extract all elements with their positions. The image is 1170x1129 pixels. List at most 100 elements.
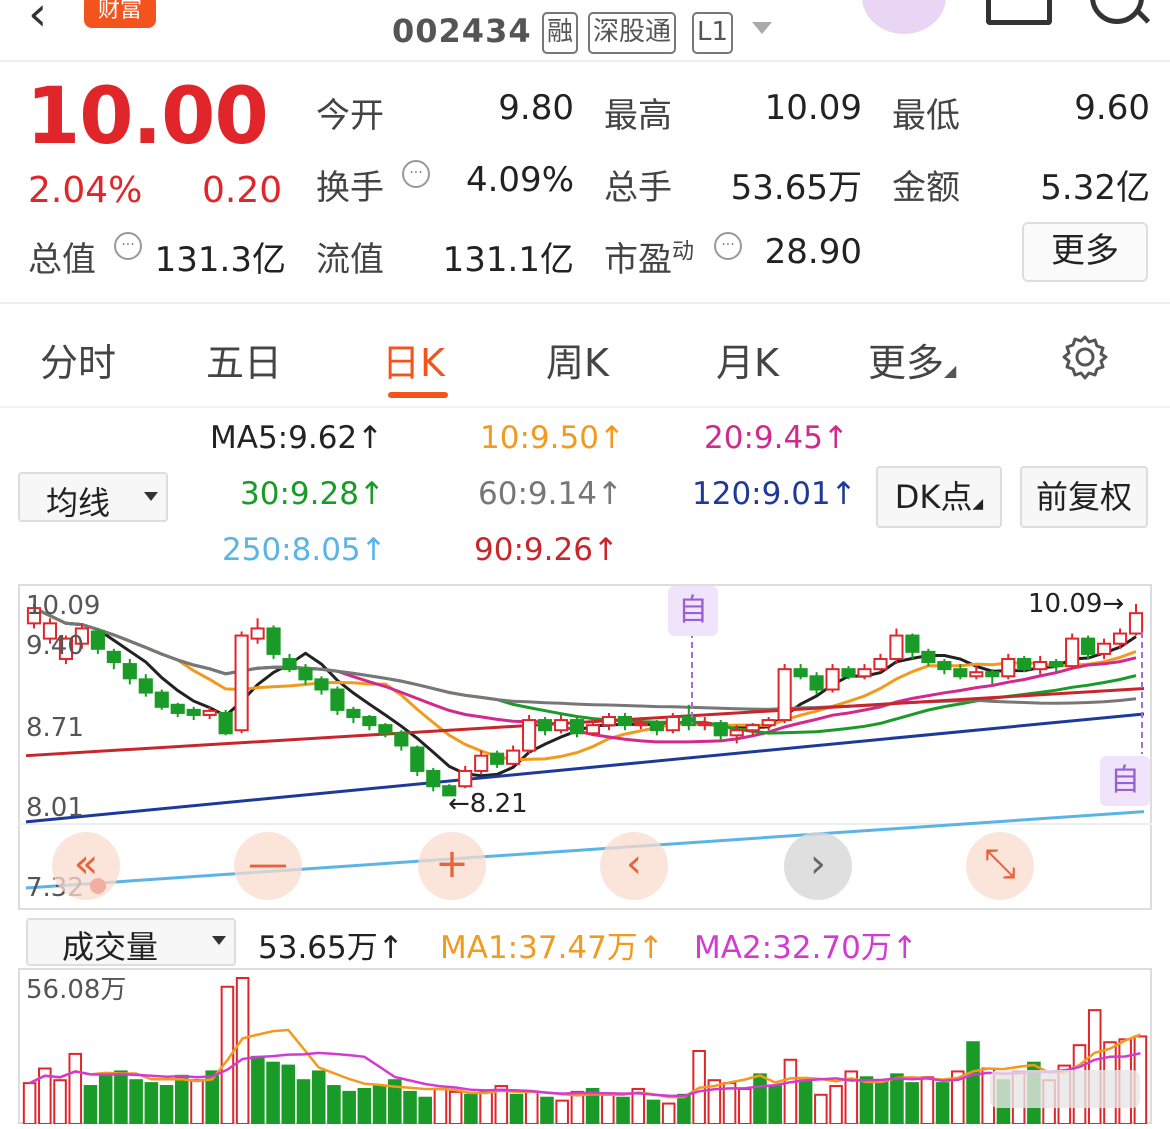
more-button[interactable]: 更多 xyxy=(1022,222,1148,282)
volume-bar xyxy=(281,1064,296,1124)
candle xyxy=(138,678,153,694)
candle xyxy=(346,708,361,719)
candle xyxy=(1001,657,1016,678)
candle xyxy=(538,719,553,732)
high-label: 最高 xyxy=(604,96,672,136)
candle xyxy=(1097,642,1112,655)
volume-bar xyxy=(570,1090,585,1124)
candle xyxy=(202,709,217,716)
candle xyxy=(713,722,728,737)
candle xyxy=(905,634,920,653)
candle xyxy=(426,769,441,788)
zoom-in-icon[interactable]: + xyxy=(418,832,486,900)
price-adjust-button[interactable]: 前复权 xyxy=(1020,466,1148,528)
zoom-out-icon[interactable]: — xyxy=(234,832,302,900)
candle xyxy=(873,657,888,671)
tab-more[interactable]: 更多◢ xyxy=(868,332,956,387)
volume-bar xyxy=(753,1073,767,1124)
volume-bar xyxy=(677,1093,691,1124)
candle xyxy=(777,668,792,722)
tab-intraday[interactable]: 分时 xyxy=(40,332,116,387)
candle xyxy=(218,711,233,735)
tab-monthly-k[interactable]: 月K xyxy=(716,332,779,387)
candle xyxy=(394,732,409,747)
turnover-value: 4.09% xyxy=(465,160,574,200)
volume-chart[interactable]: 56.08万 xyxy=(18,968,1152,1124)
candle xyxy=(314,678,329,691)
self-select-marker[interactable]: 自 xyxy=(668,586,718,636)
open-value: 9.80 xyxy=(498,88,574,128)
volume-bar xyxy=(68,1052,83,1124)
candle xyxy=(1112,632,1128,645)
divider xyxy=(0,302,1170,304)
volume-bar xyxy=(737,1087,752,1124)
volume-bar xyxy=(905,1082,919,1124)
candle xyxy=(1033,661,1048,671)
more-dots-icon[interactable]: ··· xyxy=(114,232,142,260)
candle xyxy=(362,716,377,727)
market-cap-value: 131.3亿 xyxy=(154,240,286,280)
ma250-legend: 250:8.05↑ xyxy=(222,532,387,568)
fullscreen-icon[interactable]: ⤡ xyxy=(966,832,1034,900)
scroll-right-icon[interactable]: › xyxy=(784,832,852,900)
candle xyxy=(569,719,585,735)
volume-bar xyxy=(129,1079,143,1124)
app-header: ‹ 财富 002434 融 深股通 L1 xyxy=(0,0,1170,62)
volume-bar xyxy=(783,1058,798,1124)
candle xyxy=(186,708,201,716)
pe-label: 市盈动 xyxy=(604,239,695,280)
chevron-left-icon[interactable]: ‹ xyxy=(28,0,47,42)
self-select-marker[interactable]: 自 xyxy=(1100,756,1150,806)
volume-bar xyxy=(418,1096,433,1124)
ma-selector[interactable]: 均线 xyxy=(18,472,168,522)
scroll-left-fast-icon[interactable]: « xyxy=(52,832,120,900)
more-dots-icon[interactable]: ··· xyxy=(714,232,742,260)
volume-bar xyxy=(296,1079,311,1124)
amount-label: 金额 xyxy=(892,168,960,208)
ma5-legend: MA5:9.62↑ xyxy=(210,420,384,456)
volume-bar xyxy=(829,1085,843,1124)
volume-bar xyxy=(144,1082,159,1124)
chevron-down-icon[interactable] xyxy=(752,22,772,34)
moving-average-line xyxy=(33,606,1137,762)
volume-bar xyxy=(159,1085,174,1124)
volume-bar xyxy=(555,1099,569,1124)
volume-selector[interactable]: 成交量 xyxy=(26,918,236,966)
divider xyxy=(0,406,1170,408)
candle xyxy=(122,663,137,680)
low-label: 最低 xyxy=(892,96,960,136)
volume-bar xyxy=(661,1102,676,1124)
share-box-icon[interactable] xyxy=(986,0,1052,25)
candle xyxy=(1128,612,1144,635)
volume-ma1-legend: MA1:37.47万↑ xyxy=(440,930,664,966)
volume-bar xyxy=(479,1090,493,1124)
candle xyxy=(282,657,297,671)
tab-weekly-k[interactable]: 周K xyxy=(546,332,609,387)
pe-value: 28.90 xyxy=(764,232,862,272)
volume-bar xyxy=(357,1087,372,1124)
caret-down-icon xyxy=(144,492,158,501)
candle xyxy=(809,675,824,691)
volume-bar xyxy=(327,1085,341,1124)
volume-label: 总手 xyxy=(604,168,672,208)
candle xyxy=(90,630,105,650)
search-icon[interactable] xyxy=(1090,0,1144,24)
candle xyxy=(921,650,936,664)
stock-code: 002434 xyxy=(392,12,532,50)
dk-point-button[interactable]: DK点◢ xyxy=(876,466,1002,528)
avatar[interactable] xyxy=(862,0,946,34)
tab-daily-k[interactable]: 日K xyxy=(382,332,445,387)
candle xyxy=(1017,657,1032,671)
volume-bar xyxy=(920,1076,935,1124)
scroll-left-icon[interactable]: ‹ xyxy=(600,832,668,900)
axis-label-mid: 8.71 xyxy=(26,713,84,743)
more-dots-icon[interactable]: ··· xyxy=(402,160,430,188)
candle xyxy=(889,634,904,660)
gear-icon[interactable] xyxy=(1062,334,1108,380)
candle xyxy=(841,668,856,678)
candle xyxy=(793,668,808,678)
tab-five-day[interactable]: 五日 xyxy=(206,332,282,387)
volume-bar xyxy=(966,1041,980,1124)
volume-bar xyxy=(83,1085,98,1124)
tag-level: L1 xyxy=(692,12,734,54)
